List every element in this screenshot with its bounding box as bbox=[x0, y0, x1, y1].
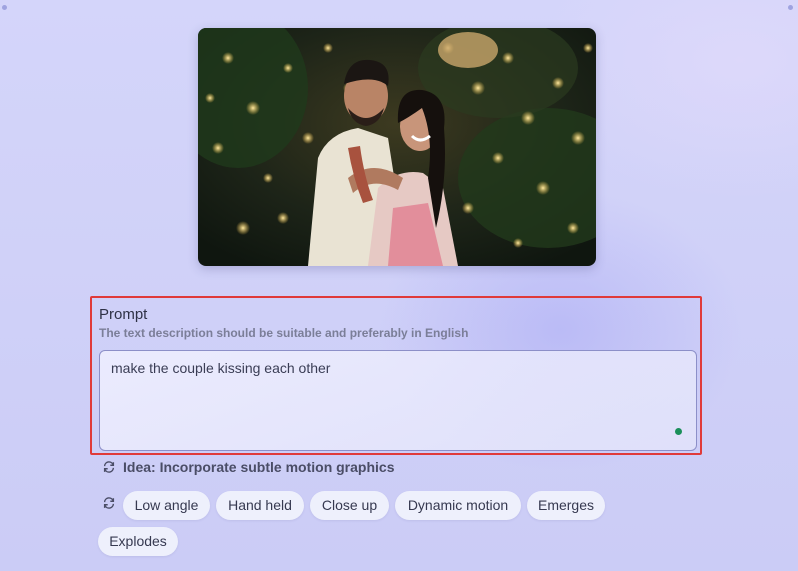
chip-hand-held[interactable]: Hand held bbox=[216, 491, 304, 520]
refresh-icon[interactable] bbox=[102, 496, 116, 510]
prompt-title: Prompt bbox=[99, 306, 148, 323]
status-dot-icon bbox=[675, 428, 682, 435]
prompt-section: Prompt The text description should be su… bbox=[90, 296, 702, 455]
refresh-icon[interactable] bbox=[102, 460, 116, 474]
prompt-textarea[interactable]: make the couple kissing each other bbox=[99, 350, 697, 451]
window-corner-dot-right bbox=[788, 5, 793, 10]
uploaded-photo bbox=[198, 28, 596, 266]
idea-suggestion[interactable]: Idea: Incorporate subtle motion graphics bbox=[123, 459, 394, 475]
chip-explodes[interactable]: Explodes bbox=[98, 527, 178, 556]
chip-dynamic-motion[interactable]: Dynamic motion bbox=[395, 491, 521, 520]
prompt-subtitle: The text description should be suitable … bbox=[99, 326, 469, 340]
chip-low-angle[interactable]: Low angle bbox=[123, 491, 210, 520]
chip-emerges[interactable]: Emerges bbox=[527, 491, 605, 520]
window-corner-dot-left bbox=[2, 5, 7, 10]
chip-close-up[interactable]: Close up bbox=[310, 491, 389, 520]
